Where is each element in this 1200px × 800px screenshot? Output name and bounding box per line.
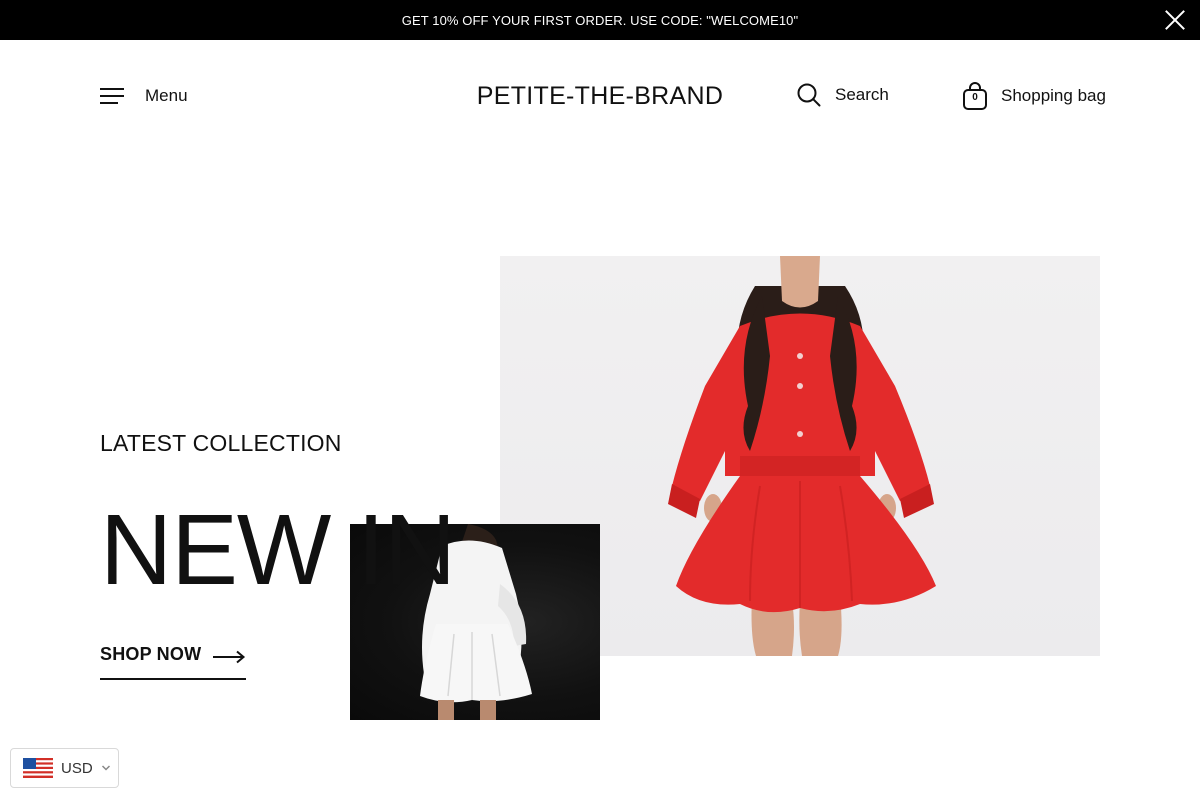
close-icon[interactable] (1164, 9, 1186, 31)
brand-logo[interactable]: PETITE-THE-BRAND (477, 82, 723, 110)
announcement-text: GET 10% OFF YOUR FIRST ORDER. USE CODE: … (401, 12, 799, 28)
search-button[interactable]: Search (797, 83, 889, 107)
chevron-down-icon (101, 765, 110, 771)
menu-button[interactable]: Menu (100, 86, 188, 106)
currency-selector[interactable]: USD (10, 748, 119, 788)
search-icon (797, 83, 821, 107)
bag-count: 0 (972, 92, 978, 103)
shopping-bag-label: Shopping bag (1001, 86, 1106, 105)
currency-code: USD (61, 759, 93, 777)
shop-now-button[interactable]: SHOP NOW (100, 644, 246, 680)
site-header: Menu PETITE-THE-BRAND Search 0 Shopping … (0, 40, 1200, 156)
shopping-bag-icon: 0 (962, 82, 988, 110)
search-label: Search (835, 85, 889, 104)
us-flag-icon (23, 758, 53, 778)
arrow-right-icon (213, 650, 246, 664)
hero-title: NEW IN (100, 494, 456, 606)
hamburger-icon (100, 88, 124, 104)
shopping-bag-button[interactable]: 0 Shopping bag (962, 82, 1106, 110)
menu-label: Menu (145, 86, 188, 105)
shop-now-label: SHOP NOW (100, 644, 202, 664)
hero-subtitle: LATEST COLLECTION (100, 430, 342, 456)
announcement-bar: GET 10% OFF YOUR FIRST ORDER. USE CODE: … (0, 0, 1200, 40)
